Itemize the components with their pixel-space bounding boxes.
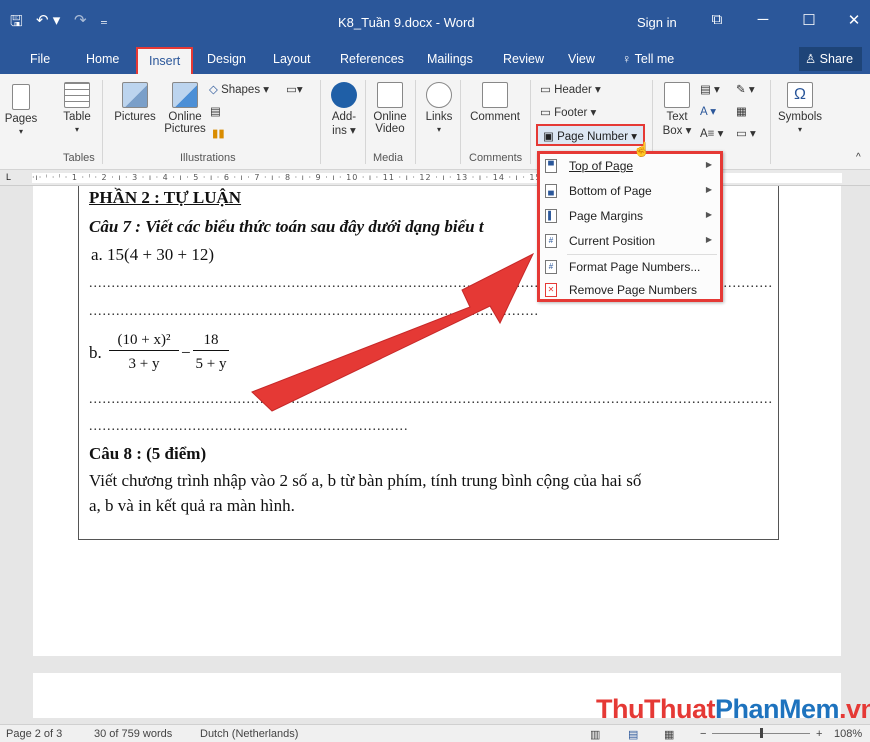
zoom-in-icon[interactable]: + bbox=[816, 728, 822, 740]
menu-item-bottom-of-page[interactable]: ▄ Bottom of Page ▶ bbox=[540, 179, 720, 204]
bottom-of-page-icon: ▄ bbox=[545, 184, 557, 198]
language-indicator[interactable]: Dutch (Netherlands) bbox=[200, 728, 298, 740]
menu-item-label: Page Margins bbox=[569, 209, 644, 223]
zoom-level[interactable]: 108% bbox=[834, 728, 862, 740]
submenu-arrow-icon: ▶ bbox=[705, 210, 712, 219]
menu-item-label: Current Position bbox=[569, 234, 656, 248]
menu-item-label: Format Page Numbers... bbox=[569, 260, 701, 274]
menu-item-top-of-page[interactable]: ▀ Top of Page ▶ bbox=[540, 154, 720, 179]
annotation-arrow bbox=[251, 252, 535, 412]
status-bar: Page 2 of 3 30 of 759 words Dutch (Nethe… bbox=[0, 724, 870, 742]
remove-page-numbers-icon: ✕ bbox=[545, 283, 557, 297]
menu-item-label: Top of Page bbox=[569, 159, 634, 173]
menu-item-current-position[interactable]: # Current Position ▶ bbox=[540, 229, 720, 254]
page-margins-icon: ▌ bbox=[545, 209, 557, 223]
page-count[interactable]: Page 2 of 3 bbox=[6, 728, 62, 740]
submenu-arrow-icon: ▶ bbox=[705, 185, 712, 194]
menu-item-remove-page-numbers[interactable]: ✕ Remove Page Numbers bbox=[540, 278, 720, 303]
zoom-slider-thumb[interactable] bbox=[760, 728, 763, 738]
submenu-arrow-icon: ▶ bbox=[705, 160, 712, 169]
word-count[interactable]: 30 of 759 words bbox=[94, 728, 172, 740]
page-number-menu: ▀ Top of Page ▶ ▄ Bottom of Page ▶ ▌ Pag… bbox=[537, 151, 723, 302]
current-position-icon: # bbox=[545, 234, 557, 248]
print-layout-icon[interactable]: ▤ bbox=[628, 728, 638, 741]
menu-item-page-margins[interactable]: ▌ Page Margins ▶ bbox=[540, 204, 720, 229]
menu-item-label: Bottom of Page bbox=[569, 184, 652, 198]
site-watermark: ThuThuatPhanMem.vn bbox=[596, 694, 870, 724]
read-mode-icon[interactable]: ▥ bbox=[590, 728, 600, 741]
arrow-shape bbox=[251, 252, 535, 412]
mouse-cursor-icon: ☝ bbox=[633, 141, 651, 157]
submenu-arrow-icon: ▶ bbox=[705, 235, 712, 244]
format-page-numbers-icon: # bbox=[545, 260, 557, 274]
menu-item-format-page-numbers[interactable]: # Format Page Numbers... bbox=[540, 255, 720, 280]
top-of-page-icon: ▀ bbox=[545, 159, 557, 173]
web-layout-icon[interactable]: ▦ bbox=[664, 728, 674, 741]
zoom-out-icon[interactable]: − bbox=[700, 728, 706, 740]
menu-item-label: Remove Page Numbers bbox=[569, 283, 698, 297]
